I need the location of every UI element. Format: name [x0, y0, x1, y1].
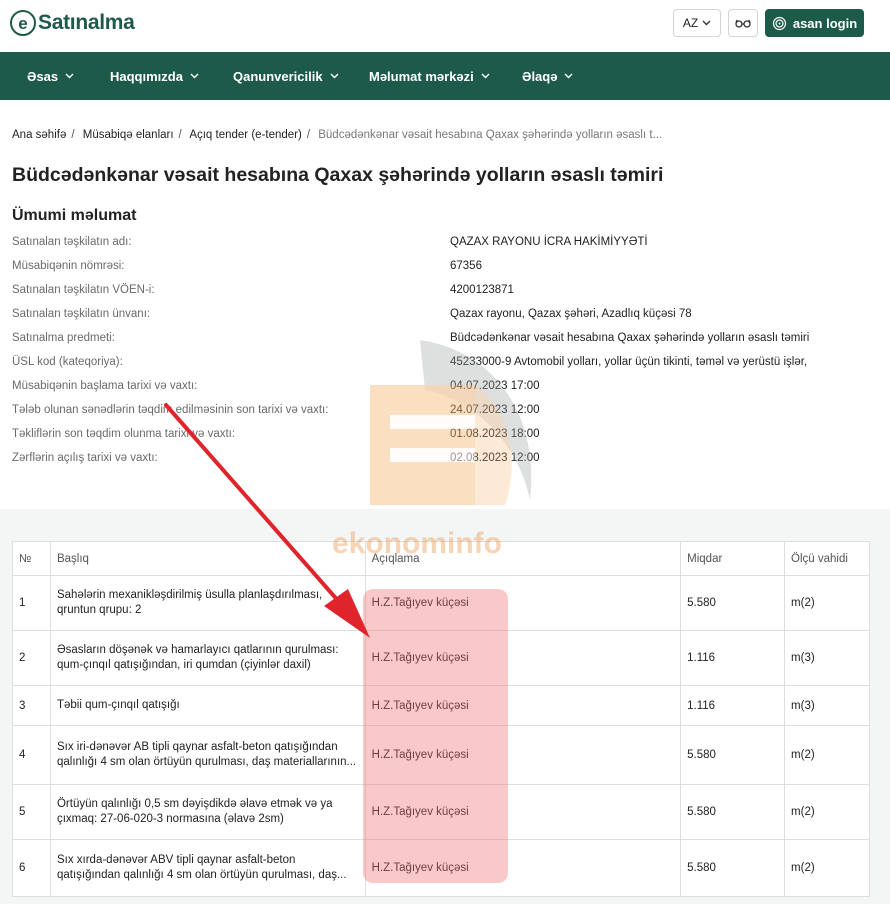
column-header-quantity: Miqdar	[680, 541, 786, 576]
breadcrumb-open-tender[interactable]: Açıq tender (e-tender)	[189, 129, 302, 141]
cell-number: 6	[12, 839, 51, 897]
info-row: Satınalma predmeti: Büdcədənkənar vəsait …	[12, 332, 872, 352]
nav-label: Qanunvericilik	[233, 68, 323, 84]
cell-unit: m(3)	[784, 685, 870, 726]
cell-quantity: 5.580	[680, 725, 786, 785]
fingerprint-icon	[772, 16, 786, 30]
info-value: Büdcədənkənar vəsait hesabına Qaxax şəhə…	[450, 332, 810, 344]
info-row: Satınalan təşkilatın adı: QAZAX RAYONU İC…	[12, 236, 872, 256]
info-row: Satınalan təşkilatın ünvanı: Qazax rayonu…	[12, 308, 872, 328]
info-row: Müsabiqənin başlama tarixi və vaxtı: 04.0…	[12, 380, 872, 400]
info-key: Müsabiqənin nömrəsi:	[12, 260, 125, 272]
nav-label: Haqqımızda	[110, 68, 183, 84]
info-value: 02.08.2023 12:00	[450, 452, 540, 464]
description-highlight-box	[363, 589, 508, 883]
breadcrumb-current: Büdcədənkənar vəsait hesabına Qaxax şəhə…	[318, 129, 663, 141]
cell-title: Təbii qum-çınqıl qatışığı	[49, 685, 366, 726]
nav-label: Əlaqə	[522, 68, 558, 84]
breadcrumb-competitions[interactable]: Müsabiqə elanları	[83, 129, 174, 141]
cell-unit: m(2)	[784, 784, 870, 840]
info-key: Satınalma predmeti:	[12, 332, 115, 344]
general-info-title: Ümumi məlumat	[12, 207, 137, 224]
column-header-number: №	[12, 541, 51, 576]
info-row: Tələb olunan sənədlərin təqdim edilməsin…	[12, 404, 872, 424]
top-header: e Satınalma AZ asan login	[0, 0, 890, 52]
nav-item-esas[interactable]: Əsas	[27, 52, 74, 100]
info-row: ÜSL kod (kateqoriya): 45233000-9 Avtomobi…	[12, 356, 872, 376]
column-header-unit: Ölçü vahidi	[784, 541, 870, 576]
info-key: ÜSL kod (kateqoriya):	[12, 356, 123, 368]
language-select[interactable]: AZ	[673, 9, 721, 37]
info-key: Tələb olunan sənədlərin təqdim edilməsin…	[12, 404, 329, 416]
cell-title: Sahələrin mexanikləşdirilmiş üsulla plan…	[49, 575, 366, 631]
watermark-text: ekonominfo	[332, 527, 502, 560]
info-value: 67356	[450, 260, 482, 272]
info-value: 24.07.2023 12:00	[450, 404, 540, 416]
info-row: Satınalan təşkilatın VÖEN-i: 4200123871	[12, 284, 872, 304]
info-row: Zərflərin açılış tarixi və vaxtı: 02.08.2…	[12, 452, 872, 472]
info-row: Müsabiqənin nömrəsi: 67356	[12, 260, 872, 280]
asan-login-label: asan login	[792, 15, 858, 31]
nav-item-melumat-merkezi[interactable]: Məlumat mərkəzi	[369, 52, 490, 100]
chevron-down-icon	[65, 73, 74, 79]
page-title: Büdcədənkənar vəsait hesabına Qaxax şəhə…	[12, 164, 664, 186]
chevron-down-icon	[330, 73, 339, 79]
chevron-down-icon	[190, 73, 199, 79]
logo-e-icon: e	[10, 10, 36, 36]
cell-quantity: 1.116	[680, 630, 786, 686]
cell-number: 1	[12, 575, 51, 631]
asan-login-button[interactable]: asan login	[765, 9, 864, 37]
nav-item-qanunvericilik[interactable]: Qanunvericilik	[233, 52, 339, 100]
nav-item-haqqimizda[interactable]: Haqqımızda	[110, 52, 199, 100]
main-navigation: Əsas Haqqımızda Qanunvericilik Məlumat m…	[0, 52, 890, 100]
cell-title: Sıx xırda-dənəvər ABV tipli qaynar asfal…	[49, 839, 366, 897]
cell-unit: m(3)	[784, 630, 870, 686]
cell-unit: m(2)	[784, 575, 870, 631]
info-key: Satınalan təşkilatın ünvanı:	[12, 308, 151, 320]
accessibility-glasses-button[interactable]	[728, 9, 758, 37]
cell-title: Sıx iri-dənəvər AB tipli qaynar asfalt-b…	[49, 725, 366, 785]
cell-title: Əsasların döşənək və hamarlayıcı qatları…	[49, 630, 366, 686]
info-value: 01.08.2023 18:00	[450, 428, 540, 440]
cell-quantity: 1.116	[680, 685, 786, 726]
info-value: QAZAX RAYONU İCRA HAKİMİYYƏTİ	[450, 236, 648, 248]
info-key: Satınalan təşkilatın adı:	[12, 236, 132, 248]
info-value: 4200123871	[450, 284, 514, 296]
chevron-down-icon	[481, 73, 490, 79]
language-value: AZ	[682, 16, 699, 30]
info-key: Zərflərin açılış tarixi və vaxtı:	[12, 452, 158, 464]
info-value: 04.07.2023 17:00	[450, 380, 540, 392]
chevron-down-icon	[564, 73, 573, 79]
cell-unit: m(2)	[784, 725, 870, 785]
cell-unit: m(2)	[784, 839, 870, 897]
info-key: Müsabiqənin başlama tarixi və vaxtı:	[12, 380, 198, 392]
info-row: Təkliflərin son təqdim olunma tarixi və …	[12, 428, 872, 448]
info-key: Satınalan təşkilatın VÖEN-i:	[12, 284, 155, 296]
info-key: Təkliflərin son təqdim olunma tarixi və …	[12, 428, 236, 440]
info-value: Qazax rayonu, Qazax şəhəri, Azadlıq küçə…	[450, 308, 692, 320]
cell-title: Örtüyün qalınlığı 0,5 sm dəyişdikdə əlav…	[49, 784, 366, 840]
cell-number: 3	[12, 685, 51, 726]
cell-number: 4	[12, 725, 51, 785]
logo-text: Satınalma	[38, 11, 135, 34]
cell-quantity: 5.580	[680, 784, 786, 840]
cell-number: 5	[12, 784, 51, 840]
column-header-title: Başlıq	[49, 541, 366, 576]
nav-label: Əsas	[27, 68, 59, 84]
cell-quantity: 5.580	[680, 575, 786, 631]
site-logo[interactable]: e Satınalma	[10, 10, 135, 36]
cell-number: 2	[12, 630, 51, 686]
glasses-icon	[735, 19, 751, 28]
info-value: 45233000-9 Avtomobil yolları, yollar üçü…	[450, 356, 808, 368]
nav-item-elaqe[interactable]: Əlaqə	[522, 52, 573, 100]
cell-quantity: 5.580	[680, 839, 786, 897]
nav-label: Məlumat mərkəzi	[369, 68, 474, 84]
breadcrumb: Ana səhifə / Müsabiqə elanları / Açıq tend…	[12, 129, 663, 141]
chevron-down-icon	[702, 20, 711, 26]
breadcrumb-home[interactable]: Ana səhifə	[12, 129, 66, 141]
